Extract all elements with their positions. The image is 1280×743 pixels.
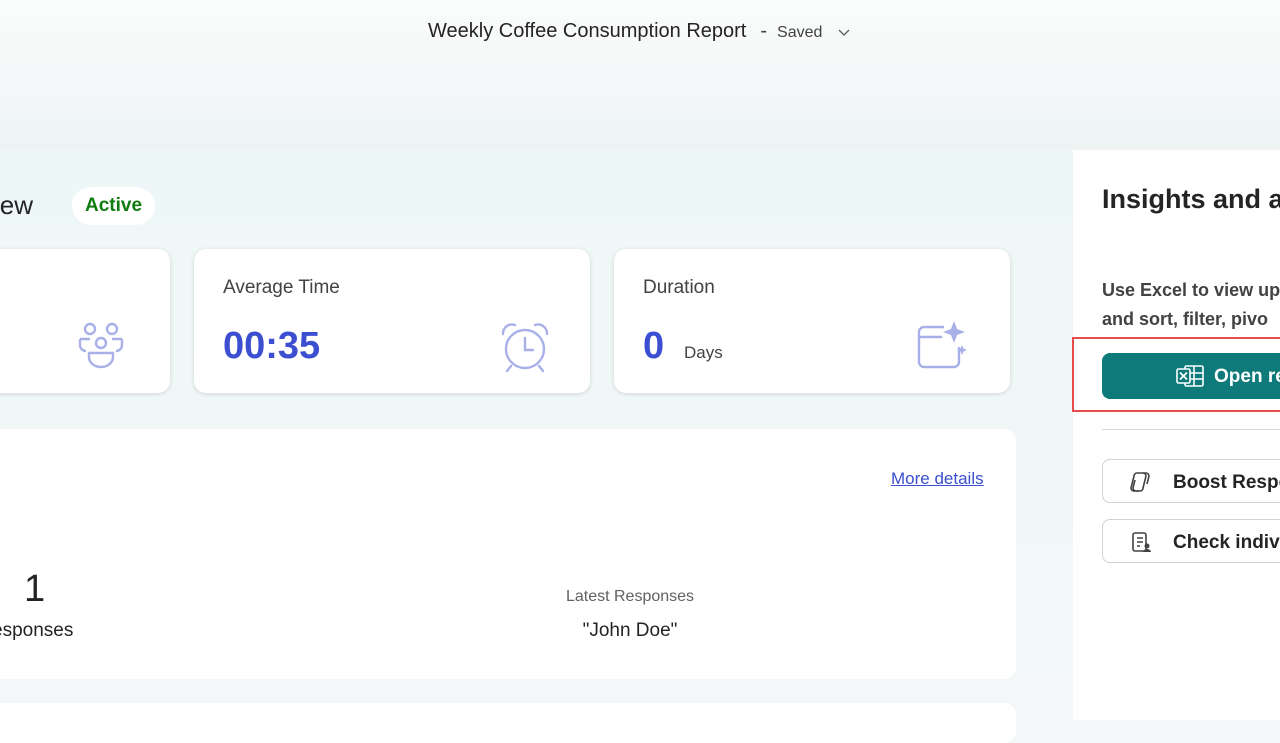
responses-count-label: esponses xyxy=(0,620,74,641)
status-badge: Active xyxy=(72,187,155,225)
average-time-card: Average Time 00:35 xyxy=(194,249,590,393)
open-in-excel-label: Open re xyxy=(1214,366,1280,387)
boost-responses-button[interactable]: Boost Respo xyxy=(1102,459,1280,503)
duration-card: Duration 0 Days xyxy=(614,249,1010,393)
chevron-down-icon[interactable] xyxy=(836,24,852,40)
document-title[interactable]: Weekly Coffee Consumption Report xyxy=(428,20,746,42)
duration-unit: Days xyxy=(684,343,723,362)
responses-card xyxy=(0,249,170,393)
insights-description: Use Excel to view up and sort, filter, p… xyxy=(1102,276,1280,334)
title-separator: - xyxy=(760,20,768,42)
latest-responses-value: "John Doe" xyxy=(582,620,678,641)
insights-side-panel xyxy=(1073,150,1280,720)
form-person-icon xyxy=(1132,532,1151,552)
responses-count: 1 xyxy=(24,568,46,610)
insights-description-line1: Use Excel to view up xyxy=(1102,280,1280,300)
excel-icon xyxy=(1176,365,1204,387)
boost-responses-label: Boost Respo xyxy=(1173,472,1280,493)
document-title-group: Weekly Coffee Consumption Report - Saved xyxy=(0,20,1280,43)
duration-label: Duration xyxy=(643,277,715,298)
calendar-sparkle-icon xyxy=(917,321,967,369)
insights-description-line2: and sort, filter, pivo xyxy=(1102,309,1269,329)
next-panel xyxy=(0,703,1016,743)
insights-title: Insights and a xyxy=(1102,184,1280,214)
copilot-icon xyxy=(1130,472,1150,492)
average-time-label: Average Time xyxy=(223,277,340,298)
duration-value: 0 xyxy=(643,325,665,367)
check-individual-responses-button[interactable]: Check indivi xyxy=(1102,519,1280,563)
more-details-link[interactable]: More details xyxy=(891,469,984,489)
open-in-excel-button[interactable]: Open re xyxy=(1102,353,1280,399)
overview-title: iew xyxy=(0,190,34,220)
responses-panel xyxy=(0,429,1016,679)
save-status: Saved xyxy=(777,24,823,41)
side-divider xyxy=(1102,429,1280,430)
check-individual-label: Check indivi xyxy=(1173,532,1280,553)
alarm-clock-icon xyxy=(501,323,549,373)
average-time-value: 00:35 xyxy=(223,325,321,367)
people-group-icon xyxy=(78,322,124,369)
latest-responses-label: Latest Responses xyxy=(565,588,695,605)
